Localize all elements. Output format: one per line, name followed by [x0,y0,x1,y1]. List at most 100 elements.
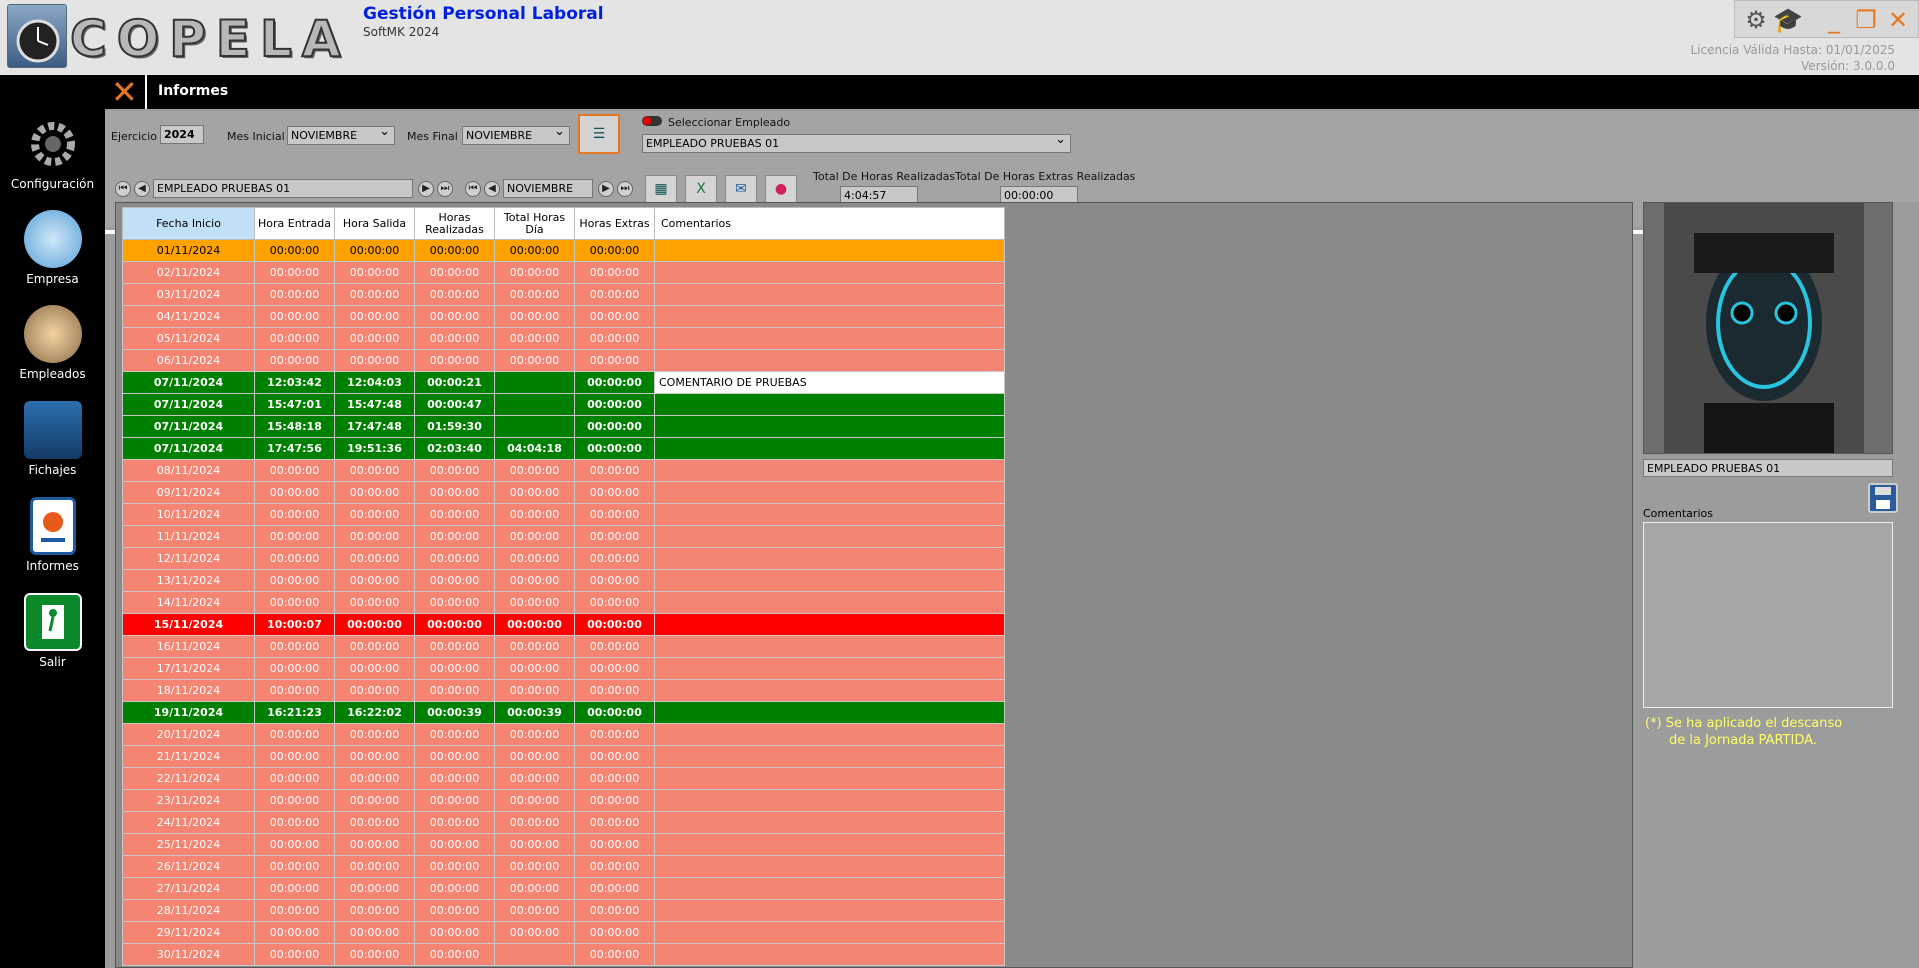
header-hora-entrada[interactable]: Hora Entrada [254,207,335,240]
table-cell[interactable]: 00:00:00 [254,855,335,878]
table-cell[interactable]: 00:00:00 [574,943,655,966]
table-cell[interactable]: 00:00:00 [254,723,335,746]
table-cell[interactable]: 00:00:00 [254,657,335,680]
table-cell[interactable]: 00:00:00 [254,503,335,526]
table-row[interactable]: 07/11/2024 17:47:56 19:51:36 02:03:40 04:04:… [122,437,1005,460]
header-fecha-inicio[interactable]: Fecha Inicio [122,207,255,240]
table-cell[interactable]: 00:00:00 [254,283,335,306]
table-cell[interactable]: 00:00:00 [254,767,335,790]
table-cell[interactable]: 00:00:00 [574,569,655,592]
table-cell[interactable]: 00:00:00 [494,679,575,702]
table-cell[interactable]: 00:00:00 [254,899,335,922]
table-cell[interactable]: 00:00:00 [574,679,655,702]
table-cell[interactable]: 00:00:00 [254,833,335,856]
table-cell[interactable]: 00:00:00 [414,789,495,812]
next-employee-icon[interactable]: ▶ [418,181,434,197]
table-cell[interactable]: 00:00:00 [494,503,575,526]
table-cell[interactable]: 00:00:00 [414,943,495,966]
table-cell[interactable]: 00:00:00 [334,239,415,262]
table-cell[interactable]: 00:00:00 [414,833,495,856]
table-cell[interactable]: 00:00:00 [414,349,495,372]
table-cell[interactable]: 00:00:00 [574,767,655,790]
table-cell[interactable]: 07/11/2024 [122,415,255,438]
excel-export-button[interactable]: X [685,175,717,203]
table-cell[interactable]: 00:00:00 [414,239,495,262]
table-cell[interactable]: 28/11/2024 [122,899,255,922]
table-cell[interactable]: 00:00:00 [414,613,495,636]
table-cell[interactable]: 00:00:00 [574,723,655,746]
table-row[interactable]: 21/11/2024 00:00:00 00:00:00 00:00:00 00:00:… [122,745,1005,768]
prev-month-icon[interactable]: ◀ [484,181,500,197]
table-row[interactable]: 02/11/2024 00:00:00 00:00:00 00:00:00 00:00:… [122,261,1005,284]
table-row[interactable]: 13/11/2024 00:00:00 00:00:00 00:00:00 00:00:… [122,569,1005,592]
comment-cell[interactable] [654,239,1005,262]
comment-cell[interactable] [654,393,1005,416]
table-cell[interactable]: 00:00:00 [494,899,575,922]
table-cell[interactable]: 00:00:00 [334,745,415,768]
table-cell[interactable]: 00:00:00 [574,525,655,548]
table-cell[interactable]: 04:04:18 [494,437,575,460]
table-cell[interactable]: 15/11/2024 [122,613,255,636]
table-row[interactable]: 14/11/2024 00:00:00 00:00:00 00:00:00 00:00:… [122,591,1005,614]
empleado-select[interactable]: EMPLEADO PRUEBAS 01 [642,132,1071,153]
table-cell[interactable]: 23/11/2024 [122,789,255,812]
table-cell[interactable]: 00:00:00 [334,877,415,900]
table-cell[interactable]: 00:00:00 [414,745,495,768]
comment-cell[interactable] [654,261,1005,284]
comment-cell[interactable] [654,701,1005,724]
employee-nav-field[interactable]: EMPLEADO PRUEBAS 01 [153,179,413,198]
table-cell[interactable]: 16:21:23 [254,701,335,724]
table-cell[interactable]: 00:00:00 [334,327,415,350]
table-cell[interactable]: 00:00:00 [414,481,495,504]
table-cell[interactable]: 00:00:00 [494,349,575,372]
comment-cell[interactable] [654,943,1005,966]
table-cell[interactable]: 00:00:00 [414,327,495,350]
table-row[interactable]: 18/11/2024 00:00:00 00:00:00 00:00:00 00:00:… [122,679,1005,702]
table-cell[interactable]: 00:00:00 [494,547,575,570]
minimize-icon[interactable]: _ [1819,5,1849,35]
table-row[interactable]: 22/11/2024 00:00:00 00:00:00 00:00:00 00:00:… [122,767,1005,790]
graduation-cap-icon[interactable]: 🎓 [1773,5,1803,35]
comment-cell[interactable] [654,767,1005,790]
table-cell[interactable]: 00:00:00 [574,349,655,372]
table-cell[interactable]: 00:00:00 [574,613,655,636]
table-row[interactable]: 28/11/2024 00:00:00 00:00:00 00:00:00 00:00:… [122,899,1005,922]
table-cell[interactable]: 00:00:00 [334,855,415,878]
table-cell[interactable]: 00:00:00 [494,745,575,768]
table-cell[interactable]: 00:00:47 [414,393,495,416]
table-cell[interactable]: 00:00:00 [254,305,335,328]
sidebar-item-salir[interactable]: Salir [0,593,105,669]
table-cell[interactable]: 00:00:00 [494,855,575,878]
table-cell[interactable]: 00:00:00 [334,525,415,548]
table-cell[interactable]: 00:00:00 [414,877,495,900]
table-cell[interactable]: 09/11/2024 [122,481,255,504]
table-cell[interactable]: 00:00:00 [494,811,575,834]
comment-cell[interactable] [654,921,1005,944]
table-cell[interactable]: 00:00:00 [334,723,415,746]
comment-cell[interactable] [654,525,1005,548]
table-cell[interactable]: 00:00:00 [574,921,655,944]
table-cell[interactable]: 00:00:00 [574,283,655,306]
table-cell[interactable]: 00:00:00 [574,657,655,680]
table-cell[interactable]: 00:00:00 [494,569,575,592]
table-cell[interactable]: 00:00:00 [254,877,335,900]
table-cell[interactable]: 14/11/2024 [122,591,255,614]
table-cell[interactable]: 00:00:00 [254,349,335,372]
table-cell[interactable]: 00:00:00 [254,547,335,570]
comment-cell[interactable] [654,745,1005,768]
table-cell[interactable]: 00:00:00 [574,899,655,922]
comment-cell[interactable] [654,789,1005,812]
settings-icon[interactable]: ⚙ [1741,5,1771,35]
table-row[interactable]: 30/11/2024 00:00:00 00:00:00 00:00:00 00:00:… [122,943,1005,966]
table-cell[interactable]: 00:00:39 [494,701,575,724]
table-cell[interactable]: 00:00:00 [254,679,335,702]
table-cell[interactable]: 00:00:00 [574,459,655,482]
sidebar-item-empleados[interactable]: Empleados [0,305,105,381]
table-cell[interactable]: 00:00:00 [414,679,495,702]
mes-inicial-select[interactable]: NOVIEMBRE [287,124,395,145]
last-month-icon[interactable]: ⏭ [617,181,633,197]
table-cell[interactable]: 00:00:00 [414,547,495,570]
table-cell[interactable]: 13/11/2024 [122,569,255,592]
table-row[interactable]: 26/11/2024 00:00:00 00:00:00 00:00:00 00:00:… [122,855,1005,878]
sidebar-item-fichajes[interactable]: Fichajes [0,401,105,477]
